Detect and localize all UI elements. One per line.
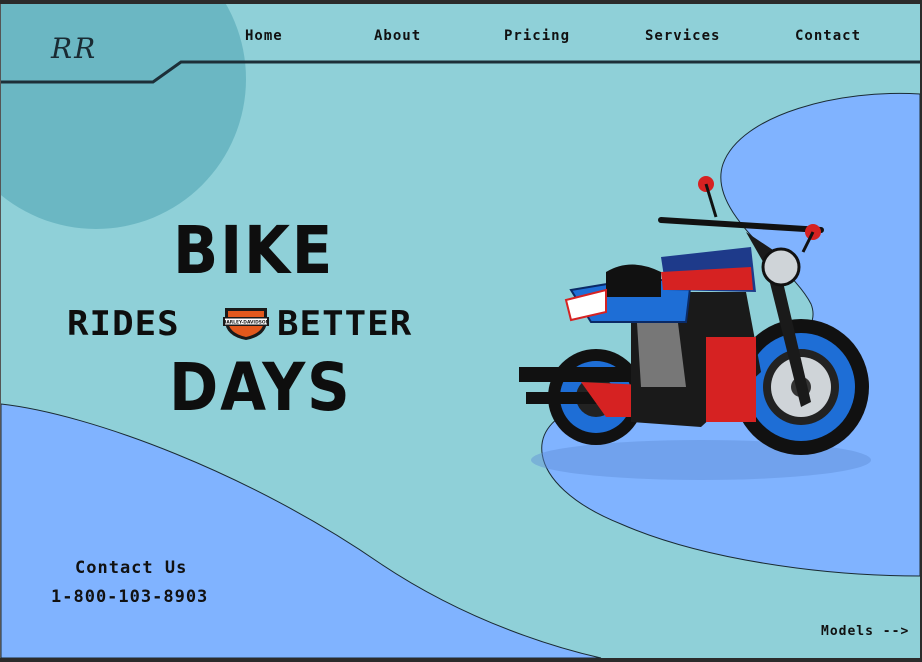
hd-logo-text: HARLEY-DAVIDSON xyxy=(223,320,270,326)
harley-davidson-logo: HARLEY-DAVIDSON xyxy=(223,308,270,340)
nav-home[interactable]: Home xyxy=(245,28,283,44)
contact-us-heading: Contact Us xyxy=(75,558,188,578)
hero-title-better: BETTER xyxy=(277,304,413,344)
hero-title-rides: RIDES xyxy=(67,304,180,344)
nav-services[interactable]: Services xyxy=(645,28,720,44)
nav-contact[interactable]: Contact xyxy=(795,28,861,44)
hero-title-bike: BIKE xyxy=(173,212,335,289)
models-link[interactable]: Models --> xyxy=(821,624,909,639)
hero-title-days: DAYS xyxy=(169,349,352,426)
brand-logo[interactable]: RR xyxy=(51,32,97,65)
landing-page: RR Home About Pricing Services Contact B… xyxy=(0,4,920,658)
nav-about[interactable]: About xyxy=(374,28,421,44)
nav-pricing[interactable]: Pricing xyxy=(504,28,570,44)
motorcycle-image xyxy=(519,176,871,480)
contact-phone[interactable]: 1-800-103-8903 xyxy=(51,587,208,607)
decorative-circle xyxy=(1,4,246,229)
